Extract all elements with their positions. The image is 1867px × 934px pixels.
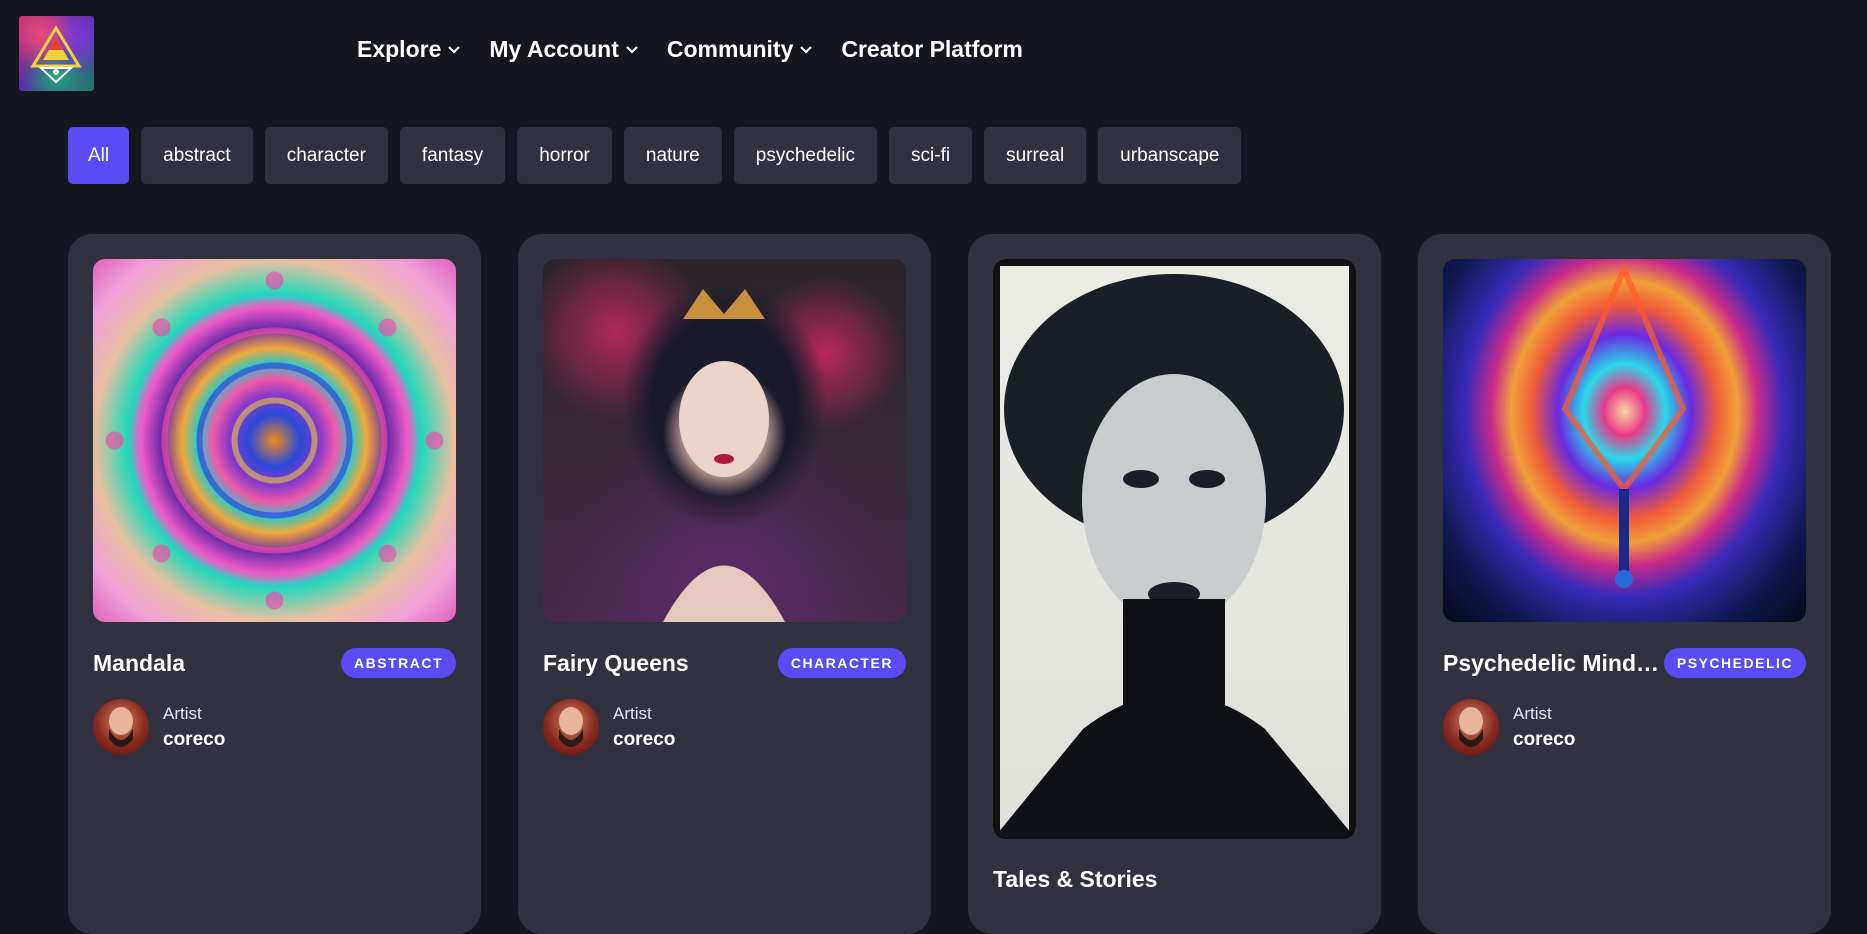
card-title[interactable]: Mandala [93, 650, 185, 677]
fairy-queen-artwork[interactable] [543, 259, 906, 622]
artist-role-label: Artist [613, 703, 652, 723]
filter-chip-character[interactable]: character [264, 127, 388, 184]
filter-chip-nature[interactable]: nature [623, 127, 722, 184]
portrait-figure-icon [993, 259, 1356, 839]
card-title-row: Tales & Stories [993, 864, 1356, 894]
psychedelic-landscape-artwork[interactable] [1443, 259, 1806, 622]
nav-explore[interactable]: Explore [357, 36, 461, 63]
avatar[interactable] [543, 699, 599, 755]
avatar[interactable] [1443, 699, 1499, 755]
mandala-pattern-icon [105, 271, 444, 610]
card-title-row: Fairy Queens CHARACTER [543, 648, 906, 678]
nav-my-account-label: My Account [489, 36, 619, 62]
mandala-artwork[interactable] [93, 259, 456, 622]
portrait-figure-icon [663, 289, 785, 622]
filter-chip-psychedelic[interactable]: psychedelic [733, 127, 878, 184]
card-title-row: Psychedelic Mindscapes PSYCHEDELIC [1443, 648, 1806, 678]
nav-community-label: Community [666, 36, 794, 62]
nav-creator-platform[interactable]: Creator Platform [841, 36, 1022, 63]
filter-chip-abstract[interactable]: abstract [141, 127, 253, 184]
artist-name[interactable]: coreco [1513, 729, 1575, 751]
category-badge[interactable]: CHARACTER [777, 648, 906, 678]
artist-name[interactable]: coreco [163, 729, 225, 751]
chevron-down-icon [799, 45, 813, 55]
main-nav: Explore My Account Community Creator Pla… [357, 36, 1051, 63]
nav-creator-platform-label: Creator Platform [841, 36, 1023, 62]
triangle-logo-icon [30, 25, 82, 84]
card-title[interactable]: Fairy Queens [543, 650, 689, 677]
filter-chip-sci-fi[interactable]: sci-fi [889, 127, 973, 184]
artwork-card[interactable]: Tales & Stories [968, 234, 1381, 934]
filter-chip-horror[interactable]: horror [517, 127, 612, 184]
chevron-down-icon [447, 45, 461, 55]
filter-chip-fantasy[interactable]: fantasy [399, 127, 506, 184]
artist-role-label: Artist [163, 703, 202, 723]
card-title[interactable]: Tales & Stories [993, 866, 1157, 893]
artist-role-label: Artist [1513, 703, 1552, 723]
avatar[interactable] [93, 699, 149, 755]
category-badge[interactable]: PSYCHEDELIC [1663, 648, 1806, 678]
category-filter-bar: All abstract character fantasy horror na… [68, 127, 1253, 184]
monochrome-portrait-artwork[interactable] [993, 259, 1356, 839]
artwork-card[interactable]: Mandala ABSTRACT Artist coreco [68, 234, 481, 934]
nav-community[interactable]: Community [667, 36, 814, 63]
card-title-row: Mandala ABSTRACT [93, 648, 456, 678]
category-badge[interactable]: ABSTRACT [341, 648, 456, 678]
artist-info[interactable]: Artist coreco [1443, 699, 1575, 755]
site-logo[interactable] [19, 16, 94, 91]
card-title[interactable]: Psychedelic Mindscapes [1443, 650, 1664, 677]
artwork-card[interactable]: Fairy Queens CHARACTER Artist coreco [518, 234, 931, 934]
artwork-card[interactable]: Psychedelic Mindscapes PSYCHEDELIC Artis… [1418, 234, 1831, 934]
nav-my-account[interactable]: My Account [489, 36, 639, 63]
artist-info[interactable]: Artist coreco [543, 699, 675, 755]
artist-name[interactable]: coreco [613, 729, 675, 751]
filter-chip-urbanscape[interactable]: urbanscape [1098, 127, 1242, 184]
psychedelic-pattern-icon [1561, 261, 1687, 588]
filter-chip-all[interactable]: All [68, 127, 130, 184]
chevron-down-icon [625, 45, 639, 55]
filter-chip-surreal[interactable]: surreal [984, 127, 1087, 184]
artist-info[interactable]: Artist coreco [93, 699, 225, 755]
nav-explore-label: Explore [357, 36, 442, 62]
